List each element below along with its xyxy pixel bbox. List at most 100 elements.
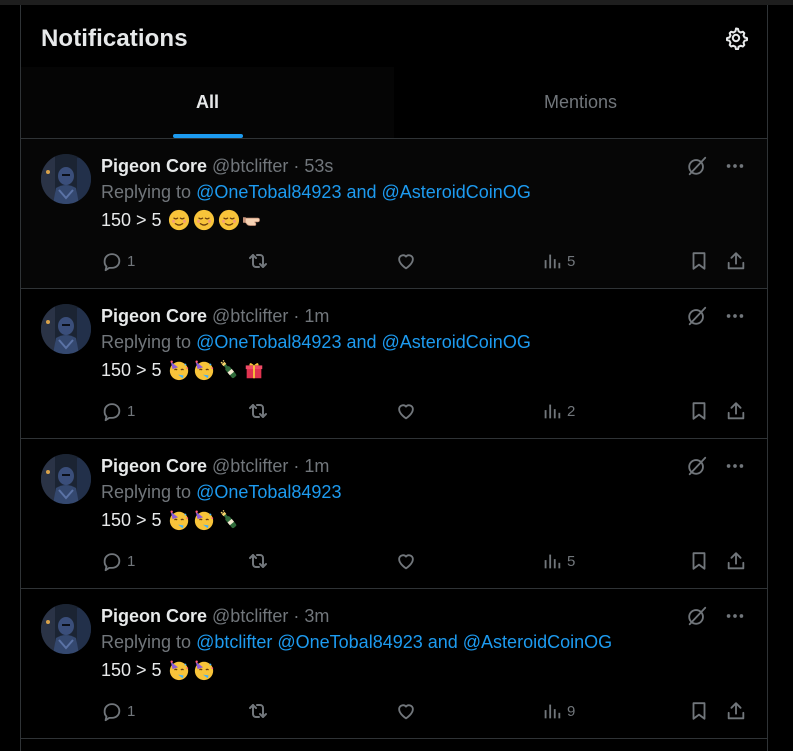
avatar[interactable] xyxy=(41,154,91,204)
separator-dot: · xyxy=(293,306,300,326)
tab-mentions-label: Mentions xyxy=(543,92,618,112)
page-header: Notifications xyxy=(21,5,767,67)
separator-dot: · xyxy=(293,456,300,476)
retweet-icon xyxy=(249,404,267,418)
share-button[interactable] xyxy=(725,249,747,273)
author-handle[interactable]: @btclifter xyxy=(212,306,288,326)
replying-to-mentions[interactable]: @OneTobal84923 xyxy=(196,482,341,502)
reply-button[interactable]: 1 xyxy=(101,399,135,423)
notification-tweet[interactable]: Pigeon Core @btclifter · 1m Replying to … xyxy=(21,289,767,439)
reply-button[interactable]: 1 xyxy=(101,549,135,573)
replying-to: Replying to @OneTobal84923 and @Asteroid… xyxy=(101,178,747,206)
bookmark-icon xyxy=(692,702,706,720)
views-button[interactable]: 5 xyxy=(541,549,575,573)
tweet-body: Pigeon Core @btclifter · 53s Replying to… xyxy=(101,154,747,234)
like-button[interactable] xyxy=(395,249,421,273)
view-count: 9 xyxy=(567,702,576,720)
replying-to-prefix: Replying to xyxy=(101,482,192,502)
tab-all[interactable]: All xyxy=(21,67,394,138)
notification-tweet[interactable]: Pigeon Core @btclifter · 53s Replying to… xyxy=(21,139,767,289)
bookmark-icon xyxy=(692,552,706,570)
tweet-emojis xyxy=(165,359,265,381)
bookmark-icon xyxy=(692,252,706,270)
relieved-face-emoji xyxy=(168,209,190,231)
heart-icon xyxy=(398,254,414,270)
like-button[interactable] xyxy=(395,399,421,423)
champagne-bottle-emoji xyxy=(218,509,240,531)
tweet-meta: Pigeon Core @btclifter · 53s xyxy=(101,154,747,178)
bookmark-button[interactable] xyxy=(688,549,710,573)
tweet-meta: Pigeon Core @btclifter · 1m xyxy=(101,304,747,328)
heart-icon xyxy=(398,704,414,720)
timestamp[interactable]: 1m xyxy=(304,456,329,476)
tweet-actions: 1 9 xyxy=(101,699,747,723)
tweet-actions: 1 5 xyxy=(101,249,747,273)
tweet-text: 150 > 5 xyxy=(101,506,747,534)
share-icon xyxy=(727,402,745,420)
replying-to-mentions[interactable]: @OneTobal84923 and @AsteroidCoinOG xyxy=(196,182,531,202)
reply-button[interactable]: 1 xyxy=(101,699,135,723)
share-button[interactable] xyxy=(725,549,747,573)
views-button[interactable]: 9 xyxy=(541,699,575,723)
reply-count: 1 xyxy=(127,402,136,420)
retweet-button[interactable] xyxy=(246,699,274,723)
timestamp[interactable]: 1m xyxy=(304,306,329,326)
analytics-icon xyxy=(544,704,561,719)
tweet-text: 150 > 5 xyxy=(101,206,747,234)
author-name[interactable]: Pigeon Core xyxy=(101,306,207,326)
like-button[interactable] xyxy=(395,699,421,723)
views-button[interactable]: 2 xyxy=(541,399,575,423)
retweet-icon xyxy=(249,554,267,568)
partying-face-emoji xyxy=(168,659,190,681)
replying-to-prefix: Replying to xyxy=(101,332,192,352)
reply-icon xyxy=(103,703,121,722)
partying-face-emoji xyxy=(168,509,190,531)
replying-to-prefix: Replying to xyxy=(101,182,192,202)
tweet-text-content: 150 > 5 xyxy=(101,210,162,230)
retweet-button[interactable] xyxy=(246,249,274,273)
avatar[interactable] xyxy=(41,604,91,654)
author-handle[interactable]: @btclifter xyxy=(212,456,288,476)
timestamp[interactable]: 53s xyxy=(304,156,333,176)
notification-tweet[interactable]: Pigeon Core @btclifter · 1m Replying to … xyxy=(21,439,767,589)
author-handle[interactable]: @btclifter xyxy=(212,156,288,176)
reply-count: 1 xyxy=(127,702,136,720)
settings-button[interactable] xyxy=(723,25,749,51)
page-title: Notifications xyxy=(41,25,188,52)
partying-face-emoji xyxy=(193,359,215,381)
retweet-icon xyxy=(249,704,267,718)
tab-mentions[interactable]: Mentions xyxy=(394,67,767,138)
bookmark-button[interactable] xyxy=(688,249,710,273)
avatar[interactable] xyxy=(41,454,91,504)
author-name[interactable]: Pigeon Core xyxy=(101,606,207,626)
tweet-actions: 1 2 xyxy=(101,399,747,423)
share-button[interactable] xyxy=(725,399,747,423)
bookmark-button[interactable] xyxy=(688,399,710,423)
relieved-face-emoji xyxy=(193,209,215,231)
retweet-button[interactable] xyxy=(246,399,274,423)
analytics-icon xyxy=(544,404,561,419)
bookmark-button[interactable] xyxy=(688,699,710,723)
author-name[interactable]: Pigeon Core xyxy=(101,156,207,176)
notifications-column: Notifications All Mentions Pigeon Core @… xyxy=(20,5,768,751)
replying-to-mentions[interactable]: @OneTobal84923 and @AsteroidCoinOG xyxy=(196,332,531,352)
views-button[interactable]: 5 xyxy=(541,249,575,273)
view-count: 5 xyxy=(567,552,576,570)
timestamp[interactable]: 3m xyxy=(304,606,329,626)
reply-button[interactable]: 1 xyxy=(101,249,135,273)
share-button[interactable] xyxy=(725,699,747,723)
partying-face-emoji xyxy=(168,359,190,381)
reply-count: 1 xyxy=(127,252,136,270)
author-name[interactable]: Pigeon Core xyxy=(101,456,207,476)
retweet-button[interactable] xyxy=(246,549,274,573)
analytics-icon xyxy=(544,254,561,269)
replying-to-mentions[interactable]: @btclifter @OneTobal84923 and @AsteroidC… xyxy=(196,632,612,652)
like-button[interactable] xyxy=(395,549,421,573)
notification-tweet[interactable]: Pigeon Core @btclifter · 3m Replying to … xyxy=(21,589,767,739)
heart-icon xyxy=(398,554,414,570)
author-handle[interactable]: @btclifter xyxy=(212,606,288,626)
tweet-text-content: 150 > 5 xyxy=(101,510,162,530)
avatar[interactable] xyxy=(41,304,91,354)
partying-face-emoji xyxy=(193,509,215,531)
active-tab-indicator xyxy=(172,134,243,138)
